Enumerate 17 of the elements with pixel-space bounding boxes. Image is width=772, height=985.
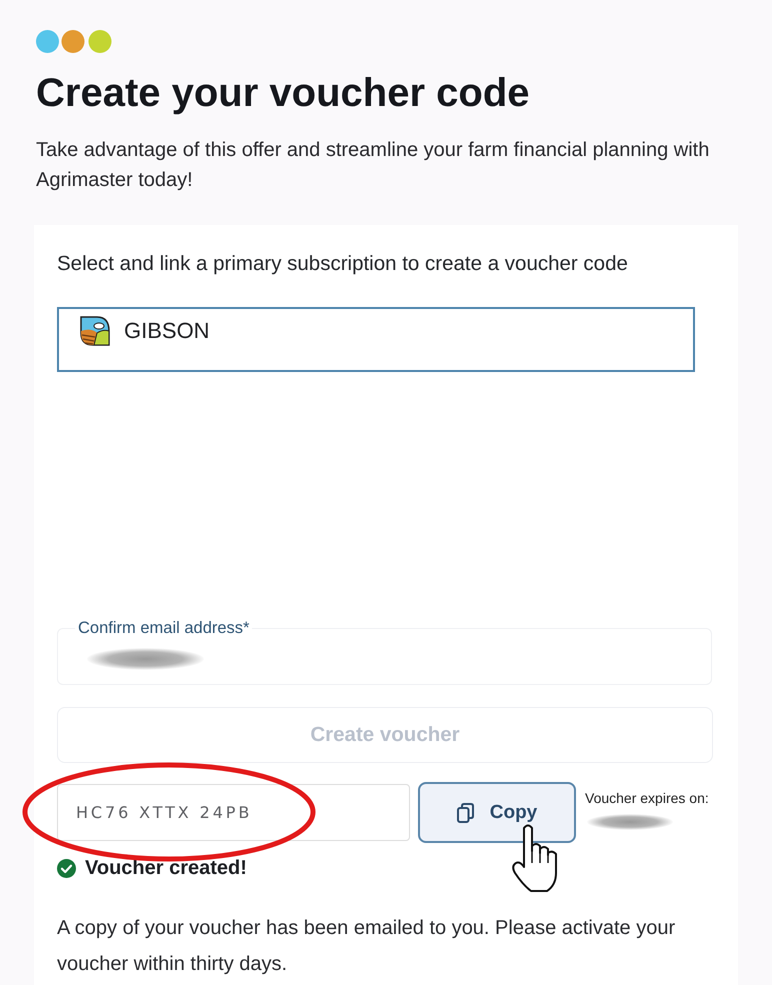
subscription-select[interactable]: GIBSON [57,307,695,372]
page-title: Create your voucher code [36,70,530,116]
farm-landscape-icon [79,315,111,347]
success-message: A copy of your voucher has been emailed to you. Please activate your voucher within thirty days. [57,916,676,977]
voucher-code: HC76 XTTX 24PB [76,803,252,822]
three-dots-logo-icon [36,30,113,53]
voucher-code-field[interactable]: HC76 XTTX 24PB [57,784,410,841]
copy-button[interactable]: Copy [418,782,576,843]
email-field[interactable]: Confirm email address* [57,618,712,685]
expiry-label: Voucher expires on: [585,790,709,806]
copy-icon [456,802,474,822]
check-circle-icon [57,858,76,878]
success-title: Voucher created! [85,856,247,880]
subscription-name: GIBSON [124,317,210,345]
hand-cursor-icon [509,823,559,893]
intro-text: Take advantage of this offer and streamline your farm financial planning with Agrimaster today! [36,138,710,193]
subscription-label: Select and link a primary subscription to create a voucher code [57,252,629,276]
